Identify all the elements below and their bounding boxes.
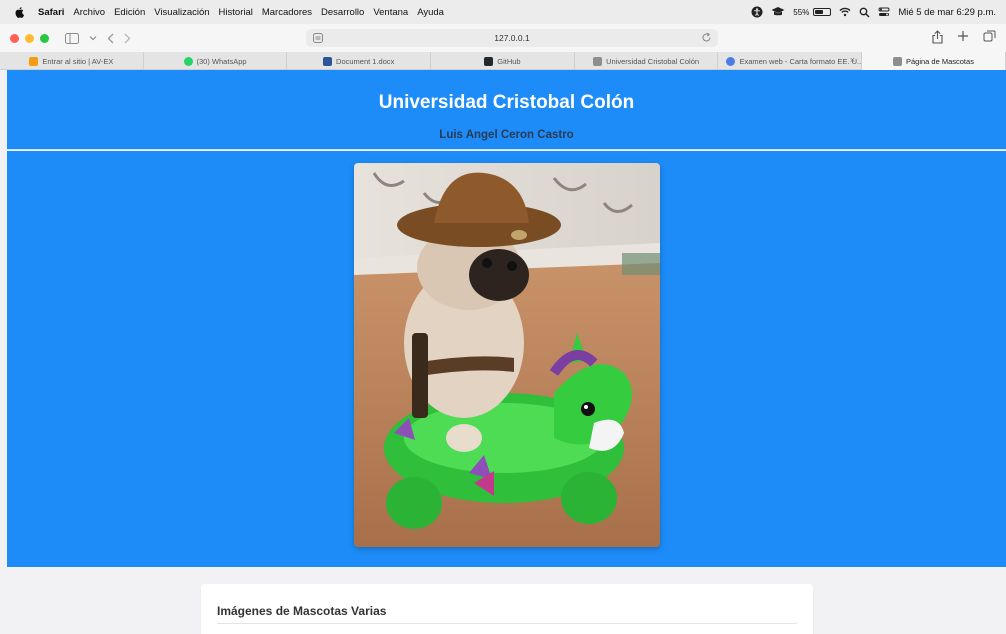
tab-label: GitHub (497, 56, 521, 66)
back-icon[interactable] (107, 33, 114, 44)
tab-document[interactable]: Document 1.docx (287, 52, 432, 70)
page-title: Universidad Cristobal Colón (378, 92, 635, 113)
toolbar-actions (932, 30, 996, 44)
tab-label: Examen web - Carta formato EE. U... (739, 56, 863, 66)
tab-examen-web[interactable]: Examen web - Carta formato EE. U... × (718, 52, 863, 70)
web-page: Universidad Cristobal Colón Luis Angel C… (7, 70, 1006, 634)
battery-fill (815, 10, 823, 14)
home-icon (29, 56, 39, 66)
new-tab-icon[interactable] (957, 30, 969, 42)
tab-label: Entrar al sitio | AV-EX (42, 56, 114, 66)
generic-page-icon (892, 56, 902, 66)
apple-icon[interactable] (14, 6, 26, 18)
menu-marcadores[interactable]: Marcadores (262, 7, 312, 18)
section-divider (217, 623, 797, 624)
battery-icon (813, 8, 832, 16)
chevron-down-icon[interactable] (89, 35, 97, 41)
tab-av-ex[interactable]: Entrar al sitio | AV-EX (0, 52, 144, 70)
page-subtitle: Luis Angel Ceron Castro (439, 129, 574, 141)
browser-toolbar: 127.0.0.1 (0, 24, 1006, 52)
tab-universidad[interactable]: Universidad Cristobal Colón (575, 52, 719, 70)
search-icon[interactable] (859, 7, 870, 18)
battery-indicator[interactable]: 55% (793, 7, 832, 17)
sidebar-toggle-icon[interactable] (65, 32, 79, 44)
address-text: 127.0.0.1 (494, 33, 530, 43)
menu-edicion[interactable]: Edición (114, 7, 145, 18)
hero-section (7, 151, 1006, 567)
pet-photo (354, 163, 660, 547)
tab-pagina-mascotas[interactable]: Página de Mascotas (862, 52, 1006, 70)
generic-page-icon (593, 56, 603, 66)
tab-label: (30) WhatsApp (196, 56, 247, 66)
accessibility-icon[interactable] (751, 6, 763, 18)
menu-bar: Safari Archivo Edición Visualización His… (0, 0, 1006, 24)
pets-gallery-card: Imágenes de Mascotas Varias (201, 584, 813, 634)
battery-percent: 55% (793, 7, 810, 17)
address-bar[interactable]: 127.0.0.1 (306, 29, 718, 47)
menu-desarrollo[interactable]: Desarrollo (321, 7, 364, 18)
section-title: Imágenes de Mascotas Varias (217, 604, 387, 618)
tab-github[interactable]: GitHub (431, 52, 575, 70)
graduation-cap-icon[interactable] (771, 6, 785, 18)
tab-label: Página de Mascotas (905, 56, 974, 66)
wifi-icon[interactable] (839, 7, 851, 17)
menu-ayuda[interactable]: Ayuda (417, 7, 444, 18)
tab-bar: Entrar al sitio | AV-EX (30) WhatsApp Do… (0, 52, 1006, 70)
pug-on-toy-horse-image (354, 163, 660, 547)
menu-historial[interactable]: Historial (219, 7, 253, 18)
globe-icon (726, 56, 736, 66)
whatsapp-icon (183, 56, 193, 66)
menu-app-name[interactable]: Safari (38, 7, 64, 18)
word-document-icon (323, 56, 333, 66)
close-window-button[interactable] (10, 33, 19, 43)
zoom-window-button[interactable] (40, 33, 49, 43)
tab-whatsapp[interactable]: (30) WhatsApp (144, 52, 288, 70)
github-icon (484, 56, 494, 66)
share-icon[interactable] (932, 30, 943, 44)
minimize-window-button[interactable] (25, 33, 34, 43)
screen: Safari Archivo Edición Visualización His… (0, 0, 1006, 634)
menu-ventana[interactable]: Ventana (373, 7, 408, 18)
clock[interactable]: Mié 5 de mar 6:29 p.m. (898, 7, 996, 18)
page-menu-icon[interactable] (312, 32, 324, 44)
tab-label: Universidad Cristobal Colón (606, 56, 700, 66)
control-center-icon[interactable] (878, 7, 890, 17)
tab-overview-icon[interactable] (983, 30, 996, 42)
window-controls (10, 33, 49, 43)
menu-archivo[interactable]: Archivo (73, 7, 105, 18)
status-area: 55% Mié 5 de mar 6:29 p.m. (751, 6, 996, 18)
forward-icon[interactable] (124, 33, 131, 44)
menu-visualizacion[interactable]: Visualización (154, 7, 209, 18)
tab-label: Document 1.docx (336, 56, 395, 66)
reload-icon[interactable] (701, 32, 712, 43)
page-header: Universidad Cristobal Colón Luis Angel C… (7, 70, 1006, 150)
close-tab-icon[interactable]: × (850, 55, 855, 65)
